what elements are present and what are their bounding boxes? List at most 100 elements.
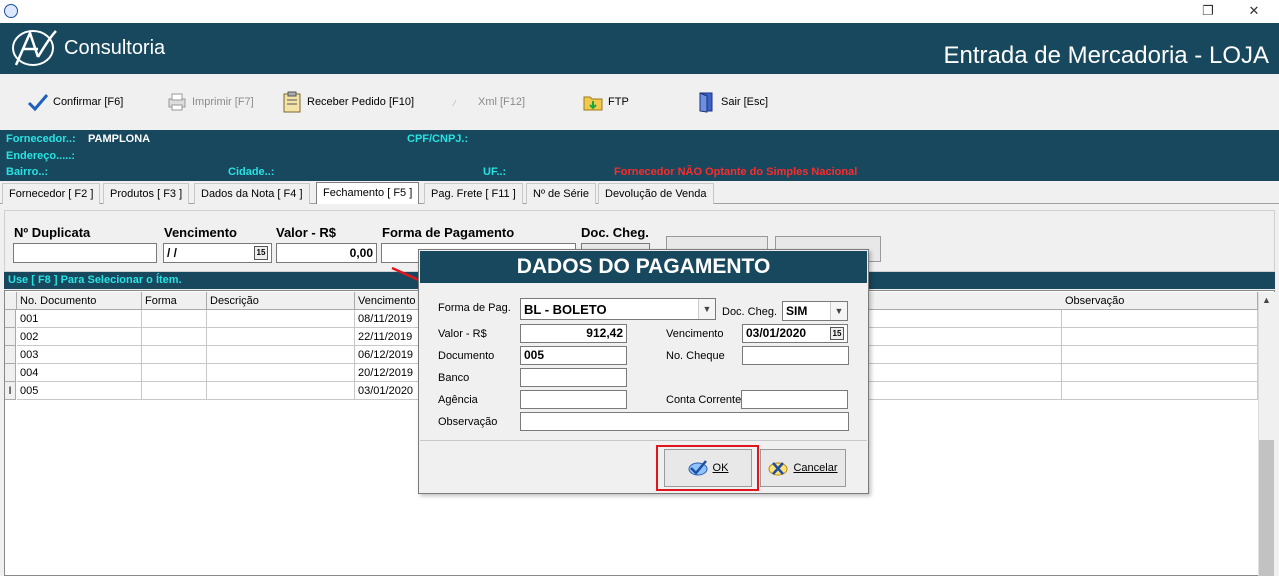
account-label: Conta Corrente bbox=[666, 394, 742, 406]
grid-corner bbox=[5, 292, 17, 310]
payment-form-select[interactable]: BL - BOLETO ▼ bbox=[520, 298, 716, 320]
print-label: Imprimir [F7] bbox=[192, 96, 254, 108]
cancel-button[interactable]: Cancelar bbox=[760, 449, 846, 487]
column-header-notes[interactable]: Observação bbox=[1062, 292, 1258, 310]
restore-icon[interactable]: ❐ bbox=[1198, 2, 1218, 20]
chart-app-icon bbox=[4, 4, 18, 18]
due-date-label: Vencimento bbox=[666, 328, 724, 340]
calendar-icon[interactable]: 15 bbox=[254, 246, 268, 260]
ftp-folder-icon bbox=[583, 96, 603, 111]
exit-label: Sair [Esc] bbox=[721, 96, 769, 108]
table-row-form[interactable] bbox=[142, 364, 207, 382]
clipboard-icon bbox=[283, 91, 301, 113]
exit-button[interactable]: Sair [Esc] bbox=[695, 88, 768, 116]
notes-input[interactable] bbox=[520, 412, 849, 431]
supplier-label: Fornecedor..: bbox=[6, 133, 76, 145]
printer-icon bbox=[168, 93, 186, 111]
confirm-button[interactable]: Confirmar [F6] bbox=[27, 88, 123, 116]
table-row-document[interactable]: 005 bbox=[17, 382, 142, 400]
window-title-bar bbox=[0, 0, 1279, 23]
dialog-divider bbox=[420, 440, 867, 441]
tab-invoice-data[interactable]: Dados da Nota [ F4 ] bbox=[194, 183, 310, 204]
chevron-down-icon[interactable]: ▼ bbox=[698, 299, 715, 319]
table-row-description[interactable] bbox=[207, 328, 355, 346]
payment-form-label: Forma de Pag. bbox=[438, 302, 511, 314]
document-input[interactable]: 005 bbox=[520, 346, 627, 365]
exit-door-icon bbox=[699, 92, 713, 113]
dialog-title: DADOS DO PAGAMENTO bbox=[420, 251, 867, 283]
bank-input[interactable] bbox=[520, 368, 627, 387]
bank-label: Banco bbox=[438, 372, 470, 384]
table-row-notes[interactable] bbox=[1062, 382, 1258, 400]
check-number-input[interactable] bbox=[742, 346, 849, 365]
table-row-form[interactable] bbox=[142, 328, 207, 346]
due-date-input[interactable]: / / 15 bbox=[163, 243, 272, 263]
due-date-input[interactable]: 03/01/2020 15 bbox=[742, 324, 848, 343]
city-label: Cidade..: bbox=[228, 166, 275, 178]
table-row-description[interactable] bbox=[207, 346, 355, 364]
duplicate-input[interactable] bbox=[13, 243, 157, 263]
doc-check-label: Doc. Cheg. bbox=[581, 225, 649, 240]
amount-input[interactable]: 0,00 bbox=[276, 243, 377, 263]
table-row-form[interactable] bbox=[142, 346, 207, 364]
due-date-value: 03/01/2020 bbox=[746, 326, 807, 340]
table-row-description[interactable] bbox=[207, 310, 355, 328]
duplicate-label: Nº Duplicata bbox=[14, 225, 91, 240]
table-row-document[interactable]: 001 bbox=[17, 310, 142, 328]
receive-order-button[interactable]: Receber Pedido [F10] bbox=[281, 88, 414, 116]
ftp-button[interactable]: FTP bbox=[582, 88, 629, 116]
column-header-description[interactable]: Descrição bbox=[207, 292, 355, 310]
logo-text: Consultoria bbox=[64, 37, 166, 59]
table-row-notes[interactable] bbox=[1062, 310, 1258, 328]
tab-products[interactable]: Produtos [ F3 ] bbox=[103, 183, 190, 204]
amount-label: Valor - R$ bbox=[276, 225, 336, 240]
table-row-notes[interactable] bbox=[1062, 346, 1258, 364]
chevron-down-icon[interactable]: ▼ bbox=[830, 302, 847, 320]
scroll-up-icon[interactable]: ▲ bbox=[1262, 295, 1271, 305]
cancel-label: Cancelar bbox=[793, 462, 838, 474]
tab-supplier[interactable]: Fornecedor [ F2 ] bbox=[2, 183, 101, 204]
due-label: Vencimento bbox=[164, 225, 237, 240]
ok-highlight-box bbox=[656, 445, 759, 491]
doc-check-label: Doc. Cheg. bbox=[722, 306, 778, 318]
column-header-form[interactable]: Forma bbox=[142, 292, 207, 310]
column-header-document[interactable]: No. Documento bbox=[17, 292, 142, 310]
table-row-document[interactable]: 004 bbox=[17, 364, 142, 382]
scrollbar-thumb[interactable] bbox=[1259, 440, 1274, 576]
table-row-document[interactable]: 002 bbox=[17, 328, 142, 346]
ftp-label: FTP bbox=[608, 96, 629, 108]
notes-label: Observação bbox=[438, 416, 498, 428]
xml-button[interactable]: ⁄ Xml [F12] bbox=[452, 88, 525, 116]
doc-check-value: SIM bbox=[786, 304, 808, 318]
table-row-description[interactable] bbox=[207, 382, 355, 400]
district-label: Bairro..: bbox=[6, 166, 49, 178]
address-label: Endereço.....: bbox=[6, 150, 76, 162]
amount-label: Valor - R$ bbox=[438, 328, 487, 340]
close-icon[interactable]: ✕ bbox=[1244, 2, 1264, 20]
table-row-notes[interactable] bbox=[1062, 328, 1258, 346]
tab-freight-payment[interactable]: Pag. Frete [ F11 ] bbox=[424, 183, 523, 204]
table-row-document[interactable]: 003 bbox=[17, 346, 142, 364]
current-row-indicator: I bbox=[5, 382, 16, 400]
amount-input[interactable]: 912,42 bbox=[520, 324, 627, 343]
agency-input[interactable] bbox=[520, 390, 627, 409]
document-label: Documento bbox=[438, 350, 495, 362]
table-row-form[interactable] bbox=[142, 310, 207, 328]
cancel-x-icon bbox=[768, 462, 788, 476]
supplier-value: PAMPLONA bbox=[88, 133, 151, 145]
checkmark-icon bbox=[27, 94, 49, 112]
doc-check-select[interactable]: SIM ▼ bbox=[782, 301, 848, 321]
tab-sales-return[interactable]: Devolução de Venda bbox=[598, 183, 714, 204]
company-logo-icon bbox=[12, 29, 57, 66]
table-row-form[interactable] bbox=[142, 382, 207, 400]
print-button[interactable]: Imprimir [F7] bbox=[166, 88, 254, 116]
account-input[interactable] bbox=[741, 390, 848, 409]
form-title: Entrada de Mercadoria - LOJA bbox=[943, 42, 1270, 69]
table-row-notes[interactable] bbox=[1062, 364, 1258, 382]
table-row-description[interactable] bbox=[207, 364, 355, 382]
calendar-icon[interactable]: 15 bbox=[830, 327, 844, 340]
tab-closing[interactable]: Fechamento [ F5 ] bbox=[316, 182, 420, 204]
row-indicator bbox=[5, 310, 16, 328]
tab-serial-number[interactable]: Nº de Série bbox=[526, 183, 596, 204]
xml-icon: ⁄ bbox=[452, 99, 457, 108]
